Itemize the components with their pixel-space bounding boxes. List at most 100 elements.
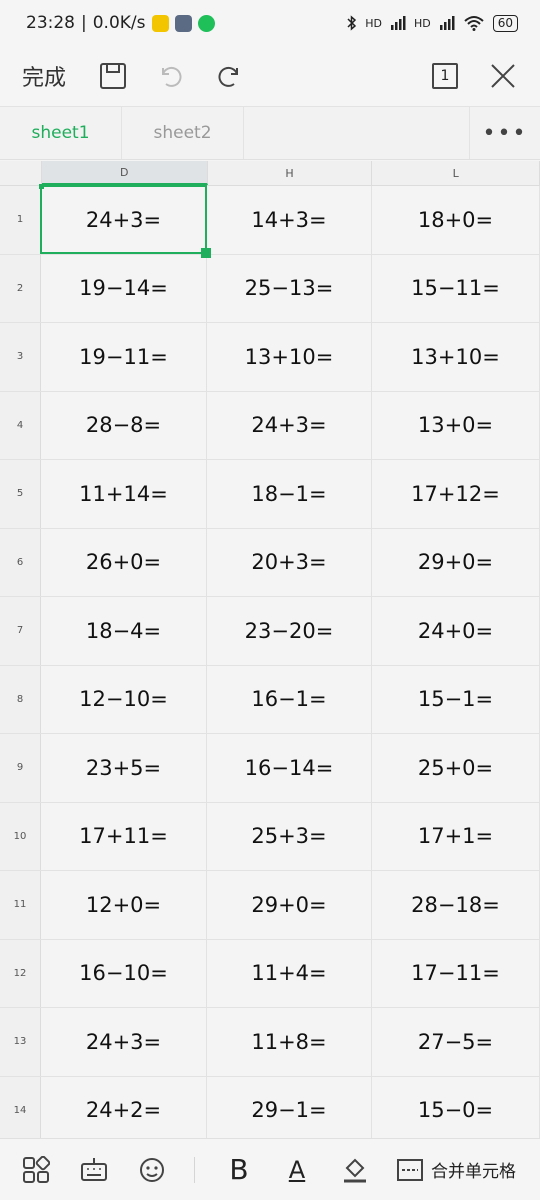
cell[interactable]: 16−14= [207, 734, 372, 802]
row-header[interactable]: 5 [0, 460, 41, 528]
close-button[interactable] [488, 61, 518, 91]
page-count-button[interactable]: 1 [430, 61, 460, 91]
row-header[interactable]: 2 [0, 254, 41, 322]
toolbar-divider [194, 1156, 195, 1183]
cell[interactable]: 12−10= [41, 665, 207, 733]
cell[interactable]: 24+3= [41, 1008, 207, 1076]
more-options-button[interactable]: ••• [470, 107, 540, 159]
table-row: 14 24+2= 29−1= 15−0= [0, 1076, 540, 1145]
column-header-h[interactable]: H [208, 161, 373, 185]
status-separator: | [81, 13, 87, 33]
merge-cells-label: 合并单元格 [431, 1162, 516, 1182]
row-header[interactable]: 10 [0, 802, 41, 870]
row-header[interactable]: 8 [0, 665, 41, 733]
row-header[interactable]: 9 [0, 734, 41, 802]
cell[interactable]: 28−18= [372, 871, 540, 939]
status-time: 23:28 [26, 13, 75, 33]
undo-button[interactable] [156, 61, 186, 91]
cell[interactable]: 19−14= [41, 254, 207, 322]
signal-1-icon [390, 16, 406, 30]
keyboard-button[interactable] [78, 1154, 110, 1186]
status-right: HD HD 60 [347, 14, 518, 32]
cell[interactable]: 11+8= [207, 1008, 372, 1076]
cell[interactable]: 13+0= [372, 391, 540, 459]
column-header-l[interactable]: L [372, 161, 540, 185]
cell[interactable]: 27−5= [372, 1008, 540, 1076]
row-header[interactable]: 11 [0, 871, 41, 939]
save-button[interactable] [98, 61, 128, 91]
tab-sheet2[interactable]: sheet2 [122, 107, 244, 159]
cell[interactable]: 19−11= [41, 323, 207, 391]
redo-button[interactable] [214, 61, 244, 91]
row-header[interactable]: 3 [0, 323, 41, 391]
cell[interactable]: 28−8= [41, 391, 207, 459]
row-header[interactable]: 13 [0, 1008, 41, 1076]
cell[interactable]: 20+3= [207, 528, 372, 596]
row-header[interactable]: 14 [0, 1076, 41, 1144]
bold-button[interactable]: B [223, 1153, 255, 1186]
cell[interactable]: 29−1= [207, 1076, 372, 1144]
cell[interactable]: 17−11= [372, 939, 540, 1007]
keyboard-icon [81, 1157, 107, 1181]
font-color-button[interactable]: A [281, 1154, 313, 1186]
table-row: 8 12−10= 16−1= 15−1= [0, 665, 540, 734]
table-row: 11 12+0= 29+0= 28−18= [0, 871, 540, 940]
cell[interactable]: 26+0= [41, 528, 207, 596]
table-row: 12 16−10= 11+4= 17−11= [0, 939, 540, 1008]
merge-cells-button[interactable]: 合并单元格 [397, 1157, 516, 1182]
table-row: 13 24+3= 11+8= 27−5= [0, 1008, 540, 1077]
signal-hd-label: HD [365, 16, 382, 30]
row-header[interactable]: 7 [0, 597, 41, 665]
cell[interactable]: 16−10= [41, 939, 207, 1007]
cell[interactable]: 24+3= [41, 186, 207, 254]
row-header[interactable]: 4 [0, 391, 41, 459]
select-all-corner[interactable] [0, 161, 42, 185]
row-header[interactable]: 6 [0, 528, 41, 596]
network-speed: 0.0K/s [92, 13, 146, 33]
cell[interactable]: 15−11= [372, 254, 540, 322]
cell[interactable]: 18−1= [207, 460, 372, 528]
wifi-icon [464, 16, 484, 31]
status-left: 23:28 | 0.0K/s [26, 13, 215, 33]
cell[interactable]: 15−1= [372, 665, 540, 733]
cell[interactable]: 25+0= [372, 734, 540, 802]
apps-button[interactable] [20, 1154, 52, 1186]
cell[interactable]: 15−0= [372, 1076, 540, 1144]
cell[interactable]: 13+10= [207, 323, 372, 391]
table-row: 4 28−8= 24+3= 13+0= [0, 391, 540, 460]
column-header-d[interactable]: D [41, 161, 208, 185]
table-row: 2 19−14= 25−13= 15−11= [0, 254, 540, 323]
cell[interactable]: 29+0= [372, 528, 540, 596]
table-row: 7 18−4= 23−20= 24+0= [0, 597, 540, 666]
cell[interactable]: 13+10= [372, 323, 540, 391]
cell[interactable]: 23−20= [207, 597, 372, 665]
cell[interactable]: 18−4= [41, 597, 207, 665]
cell[interactable]: 24+2= [41, 1076, 207, 1144]
cell[interactable]: 11+4= [207, 939, 372, 1007]
cell[interactable]: 14+3= [207, 186, 372, 254]
cell[interactable]: 17+12= [372, 460, 540, 528]
cell[interactable]: 11+14= [41, 460, 207, 528]
row-header[interactable]: 12 [0, 939, 41, 1007]
settings-notification-icon [174, 14, 192, 32]
fill-color-button[interactable] [339, 1154, 371, 1186]
tab-sheet1[interactable]: sheet1 [0, 107, 122, 159]
cell[interactable]: 25+3= [207, 802, 372, 870]
cell[interactable]: 24+0= [372, 597, 540, 665]
cell[interactable]: 18+0= [372, 186, 540, 254]
cell[interactable]: 25−13= [207, 254, 372, 322]
cell[interactable]: 29+0= [207, 871, 372, 939]
table-row: 6 26+0= 20+3= 29+0= [0, 528, 540, 597]
row-header[interactable]: 1 [0, 186, 41, 254]
status-bar: 23:28 | 0.0K/s HD HD 60 [0, 0, 540, 46]
cell[interactable]: 12+0= [41, 871, 207, 939]
voice-assistant-button[interactable] [136, 1154, 168, 1186]
cell[interactable]: 23+5= [41, 734, 207, 802]
cell[interactable]: 16−1= [207, 665, 372, 733]
done-button[interactable]: 完成 [22, 60, 66, 92]
cell[interactable]: 17+11= [41, 802, 207, 870]
table-row: 10 17+11= 25+3= 17+1= [0, 802, 540, 871]
cell[interactable]: 24+3= [207, 391, 372, 459]
paint-bucket-icon [344, 1158, 366, 1182]
cell[interactable]: 17+1= [372, 802, 540, 870]
